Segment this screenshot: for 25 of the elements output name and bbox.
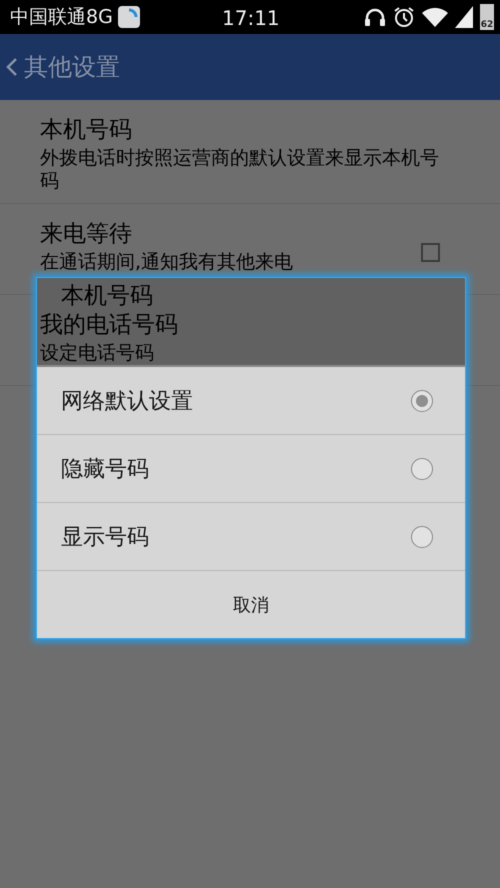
cancel-button[interactable]: 取消	[37, 571, 465, 638]
setting-summary: 外拨电话时按照运营商的默认设置来显示本机号码	[40, 147, 440, 193]
setting-title: 本机号码	[40, 116, 132, 144]
battery-level: 62	[480, 20, 494, 30]
screen-title: 其他设置	[24, 52, 120, 83]
checkbox[interactable]	[421, 242, 440, 262]
setting-summary: 在通话期间,通知我有其他来电	[40, 251, 294, 274]
setting-title: 我的电话号码	[40, 311, 178, 339]
app-icon	[116, 5, 141, 29]
clock-time: 17:11	[222, 6, 280, 30]
alarm-icon	[393, 6, 415, 28]
option-row[interactable]: 隐藏号码	[37, 435, 465, 503]
setting-summary: 设定电话号码	[40, 342, 154, 365]
radio-button[interactable]	[411, 458, 433, 480]
signal-icon	[455, 6, 473, 28]
radio-button[interactable]	[411, 526, 433, 548]
dialog-title: 本机号码	[61, 284, 153, 308]
setting-title: 来电等待	[40, 220, 132, 248]
radio-button[interactable]	[411, 390, 433, 412]
option-row[interactable]: 网络默认设置	[37, 367, 465, 435]
carrier-name: 中国联通8G	[10, 5, 113, 30]
option-row[interactable]: 显示号码	[37, 503, 465, 571]
headphones-icon	[364, 7, 386, 27]
back-icon[interactable]	[6, 57, 18, 77]
wifi-icon	[422, 7, 448, 27]
